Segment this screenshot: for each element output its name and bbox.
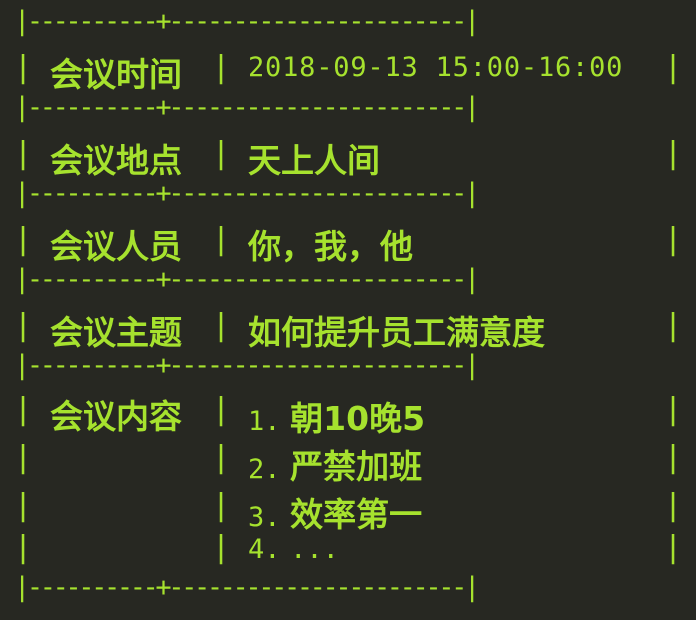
list-item: 3. 效率第一 [248,488,422,536]
table-border: |----------+-----------------------| [14,178,480,209]
row-value-time: 2018-09-13 15:00-16:00 [248,52,624,83]
cell-separator: | [664,308,683,343]
list-item-number: 4. [248,534,281,565]
cell-separator: | [664,488,683,523]
cell-separator: | [14,488,33,523]
row-label-content: 会议内容 [50,397,182,436]
cell-separator: | [212,308,231,343]
table-border-top: |----------+-----------------------| [14,6,480,37]
cell-separator: | [14,308,33,343]
cell-separator: | [212,136,231,171]
table-border: |----------+-----------------------| [14,92,480,123]
cell-separator: | [664,50,683,85]
cell-separator: | [664,136,683,171]
cell-separator: | [14,50,33,85]
cell-separator: | [664,440,683,475]
cell-separator: | [212,392,231,427]
cell-separator: | [14,222,33,257]
cell-separator: | [212,530,231,565]
cell-separator: | [664,530,683,565]
cell-separator: | [212,488,231,523]
cell-separator: | [212,50,231,85]
cell-separator: | [212,440,231,475]
list-item-number: 1. [248,406,281,437]
list-item-text: 朝10晚5 [290,399,426,438]
cell-separator: | [664,392,683,427]
terminal-output: |----------+-----------------------| | 会… [0,0,696,620]
table-border: |----------+-----------------------| [14,264,480,295]
cell-separator: | [14,136,33,171]
list-item-number: 3. [248,502,281,533]
list-item-text: ... [290,534,339,565]
list-item-text: 效率第一 [290,495,423,534]
cell-separator: | [664,222,683,257]
list-item: 1. 朝10晚5 [248,392,425,440]
list-item-text: 严禁加班 [290,447,423,486]
cell-separator: | [212,222,231,257]
cell-separator: | [14,530,33,565]
table-border-bottom: |----------+-----------------------| [14,572,480,603]
list-item: 2. 严禁加班 [248,440,422,488]
list-item-number: 2. [248,454,281,485]
cell-separator: | [14,392,33,427]
cell-separator: | [14,440,33,475]
list-item: 4. ... [248,534,339,565]
table-border: |----------+-----------------------| [14,350,480,381]
